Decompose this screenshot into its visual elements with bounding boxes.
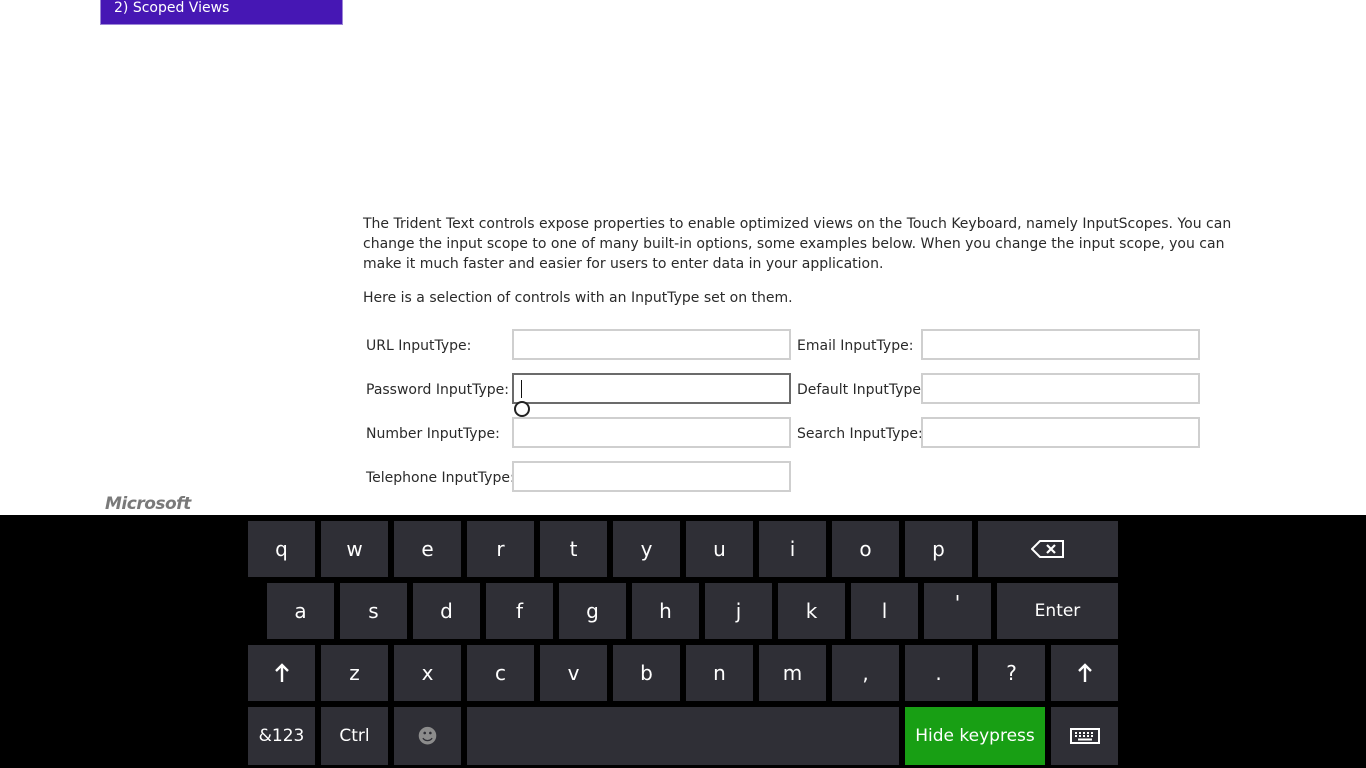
telephone-label: Telephone InputType:	[366, 470, 515, 486]
selection-gripper[interactable]	[514, 401, 530, 417]
email-input[interactable]	[921, 329, 1200, 360]
telephone-input[interactable]	[512, 461, 791, 492]
keyboard-menu-key[interactable]	[1051, 707, 1118, 765]
shift-arrow-icon	[1077, 663, 1092, 682]
number-label: Number InputType:	[366, 426, 500, 442]
scenario-description: The Trident Text controls expose propert…	[363, 216, 1232, 272]
key-b[interactable]: b	[613, 645, 680, 701]
key-n[interactable]: n	[686, 645, 753, 701]
key-w[interactable]: w	[321, 521, 388, 577]
key-a[interactable]: a	[267, 583, 334, 639]
url-input[interactable]	[512, 329, 791, 360]
key-c[interactable]: c	[467, 645, 534, 701]
keyboard-icon	[1069, 728, 1100, 744]
right-shift-key[interactable]	[1051, 645, 1118, 701]
key-d[interactable]: d	[413, 583, 480, 639]
key-l[interactable]: l	[851, 583, 918, 639]
scenario-tab-scoped-views[interactable]: 2) Scoped Views	[100, 0, 343, 25]
default-label: Default InputType:	[797, 382, 926, 398]
emoji-key[interactable]: ☻	[394, 707, 461, 765]
backspace-key[interactable]	[978, 521, 1118, 577]
key-e[interactable]: e	[394, 521, 461, 577]
key-x[interactable]: x	[394, 645, 461, 701]
key-o[interactable]: o	[832, 521, 899, 577]
email-label: Email InputType:	[797, 338, 914, 354]
key-question[interactable]: ?	[978, 645, 1045, 701]
scenario-subtitle: Here is a selection of controls with an …	[363, 290, 793, 306]
search-label: Search InputType:	[797, 426, 923, 442]
url-label: URL InputType:	[366, 338, 472, 354]
space-key[interactable]	[467, 707, 899, 765]
key-z[interactable]: z	[321, 645, 388, 701]
default-input[interactable]	[921, 373, 1200, 404]
key-g[interactable]: g	[559, 583, 626, 639]
key-s[interactable]: s	[340, 583, 407, 639]
text-caret	[521, 380, 522, 398]
key-q[interactable]: q	[248, 521, 315, 577]
password-label: Password InputType:	[366, 382, 509, 398]
microsoft-logo: Microsoft	[105, 494, 191, 514]
password-input[interactable]	[512, 373, 791, 404]
ctrl-key[interactable]: Ctrl	[321, 707, 388, 765]
key-y[interactable]: y	[613, 521, 680, 577]
key-r[interactable]: r	[467, 521, 534, 577]
backspace-icon	[1031, 540, 1064, 558]
key-j[interactable]: j	[705, 583, 772, 639]
enter-key[interactable]: Enter	[997, 583, 1118, 639]
hide-keypress-key[interactable]: Hide keypress	[905, 707, 1045, 765]
key-comma[interactable]: ,	[832, 645, 899, 701]
left-shift-key[interactable]	[248, 645, 315, 701]
number-input[interactable]	[512, 417, 791, 448]
key-k[interactable]: k	[778, 583, 845, 639]
key-apostrophe[interactable]: '	[924, 583, 991, 639]
key-v[interactable]: v	[540, 645, 607, 701]
symbols-key[interactable]: &123	[248, 707, 315, 765]
key-f[interactable]: f	[486, 583, 553, 639]
key-t[interactable]: t	[540, 521, 607, 577]
touch-keyboard: q w e r t y u i o p a s d f g h j k l ' …	[0, 515, 1366, 768]
key-h[interactable]: h	[632, 583, 699, 639]
key-m[interactable]: m	[759, 645, 826, 701]
key-i[interactable]: i	[759, 521, 826, 577]
key-period[interactable]: .	[905, 645, 972, 701]
search-input[interactable]	[921, 417, 1200, 448]
shift-arrow-icon	[274, 663, 289, 682]
key-p[interactable]: p	[905, 521, 972, 577]
key-u[interactable]: u	[686, 521, 753, 577]
